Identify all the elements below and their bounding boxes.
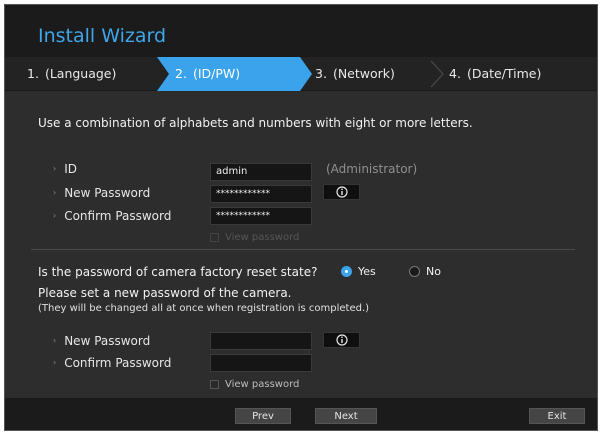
new-password-label: › New Password xyxy=(53,186,151,200)
bullet-icon: › xyxy=(53,211,57,220)
confirm-password-label: › Confirm Password xyxy=(53,209,172,223)
confirm-password-field[interactable]: ************ xyxy=(210,207,312,225)
radio-yes-label: Yes xyxy=(358,265,376,278)
password-info-button[interactable] xyxy=(323,184,360,200)
id-label: › ID xyxy=(53,162,77,176)
camera-password-note: (They will be changed all at once when r… xyxy=(38,303,370,314)
radio-no-label: No xyxy=(426,265,441,278)
view-password-label: View password xyxy=(225,232,300,243)
radio-yes[interactable]: Yes xyxy=(341,265,376,278)
window-title: Install Wizard xyxy=(38,25,167,47)
camera-new-password-label: › New Password xyxy=(53,334,151,348)
camera-view-password-option[interactable]: View password xyxy=(210,379,299,390)
bullet-icon: › xyxy=(53,188,57,197)
step-number: 4. xyxy=(449,66,461,81)
camera-new-password-field[interactable] xyxy=(210,332,312,350)
camera-view-password-checkbox[interactable] xyxy=(210,380,219,389)
new-password-field[interactable]: ************ xyxy=(210,185,312,203)
prev-button[interactable]: Prev xyxy=(235,408,291,424)
camera-confirm-password-field[interactable] xyxy=(210,354,312,372)
info-icon xyxy=(335,186,348,198)
step-number: 3. xyxy=(315,66,327,81)
factory-reset-question: Is the password of camera factory reset … xyxy=(38,265,318,279)
camera-view-password-label: View password xyxy=(225,379,300,390)
step-number: 1. xyxy=(27,66,39,81)
radio-no[interactable]: No xyxy=(409,265,441,278)
wizard-footer: Prev Next Exit xyxy=(5,398,597,430)
step-network[interactable]: 3. (Network) xyxy=(315,57,395,91)
step-label: (Language) xyxy=(44,66,117,81)
administrator-note: (Administrator) xyxy=(326,162,418,176)
camera-confirm-password-label: › Confirm Password xyxy=(53,356,172,370)
bullet-icon: › xyxy=(53,358,57,367)
exit-button[interactable]: Exit xyxy=(529,408,585,424)
install-wizard-window: Install Wizard 1. (Language) 2. (ID/PW) 3.… xyxy=(4,4,598,431)
section-divider xyxy=(31,249,575,250)
title-bar: Install Wizard xyxy=(5,5,597,57)
chevron-right-icon xyxy=(430,60,444,88)
id-field[interactable]: admin xyxy=(210,163,312,181)
wizard-content: Use a combination of alphabets and numbe… xyxy=(5,92,597,398)
step-number: 2. xyxy=(175,66,187,81)
camera-password-info-button[interactable] xyxy=(323,332,360,348)
bullet-icon: › xyxy=(53,336,57,345)
camera-password-instruction: Please set a new password of the camera. xyxy=(38,286,292,300)
bullet-icon: › xyxy=(53,164,57,173)
step-date-time[interactable]: 4. (Date/Time) xyxy=(449,57,541,91)
password-rule-text: Use a combination of alphabets and numbe… xyxy=(38,116,473,130)
step-label: (Network) xyxy=(332,66,395,81)
step-label: (ID/PW) xyxy=(192,66,241,81)
step-label: (Date/Time) xyxy=(466,66,542,81)
step-language[interactable]: 1. (Language) xyxy=(27,57,116,91)
wizard-steps: 1. (Language) 2. (ID/PW) 3. (Network) 4. (Da… xyxy=(5,57,597,91)
view-password-checkbox[interactable] xyxy=(210,233,219,242)
info-icon xyxy=(335,334,348,346)
radio-yes-indicator[interactable] xyxy=(341,266,352,277)
view-password-option[interactable]: View password xyxy=(210,232,299,243)
step-id-pw[interactable]: 2. (ID/PW) xyxy=(157,57,312,91)
next-button[interactable]: Next xyxy=(315,408,377,424)
radio-no-indicator[interactable] xyxy=(409,266,420,277)
